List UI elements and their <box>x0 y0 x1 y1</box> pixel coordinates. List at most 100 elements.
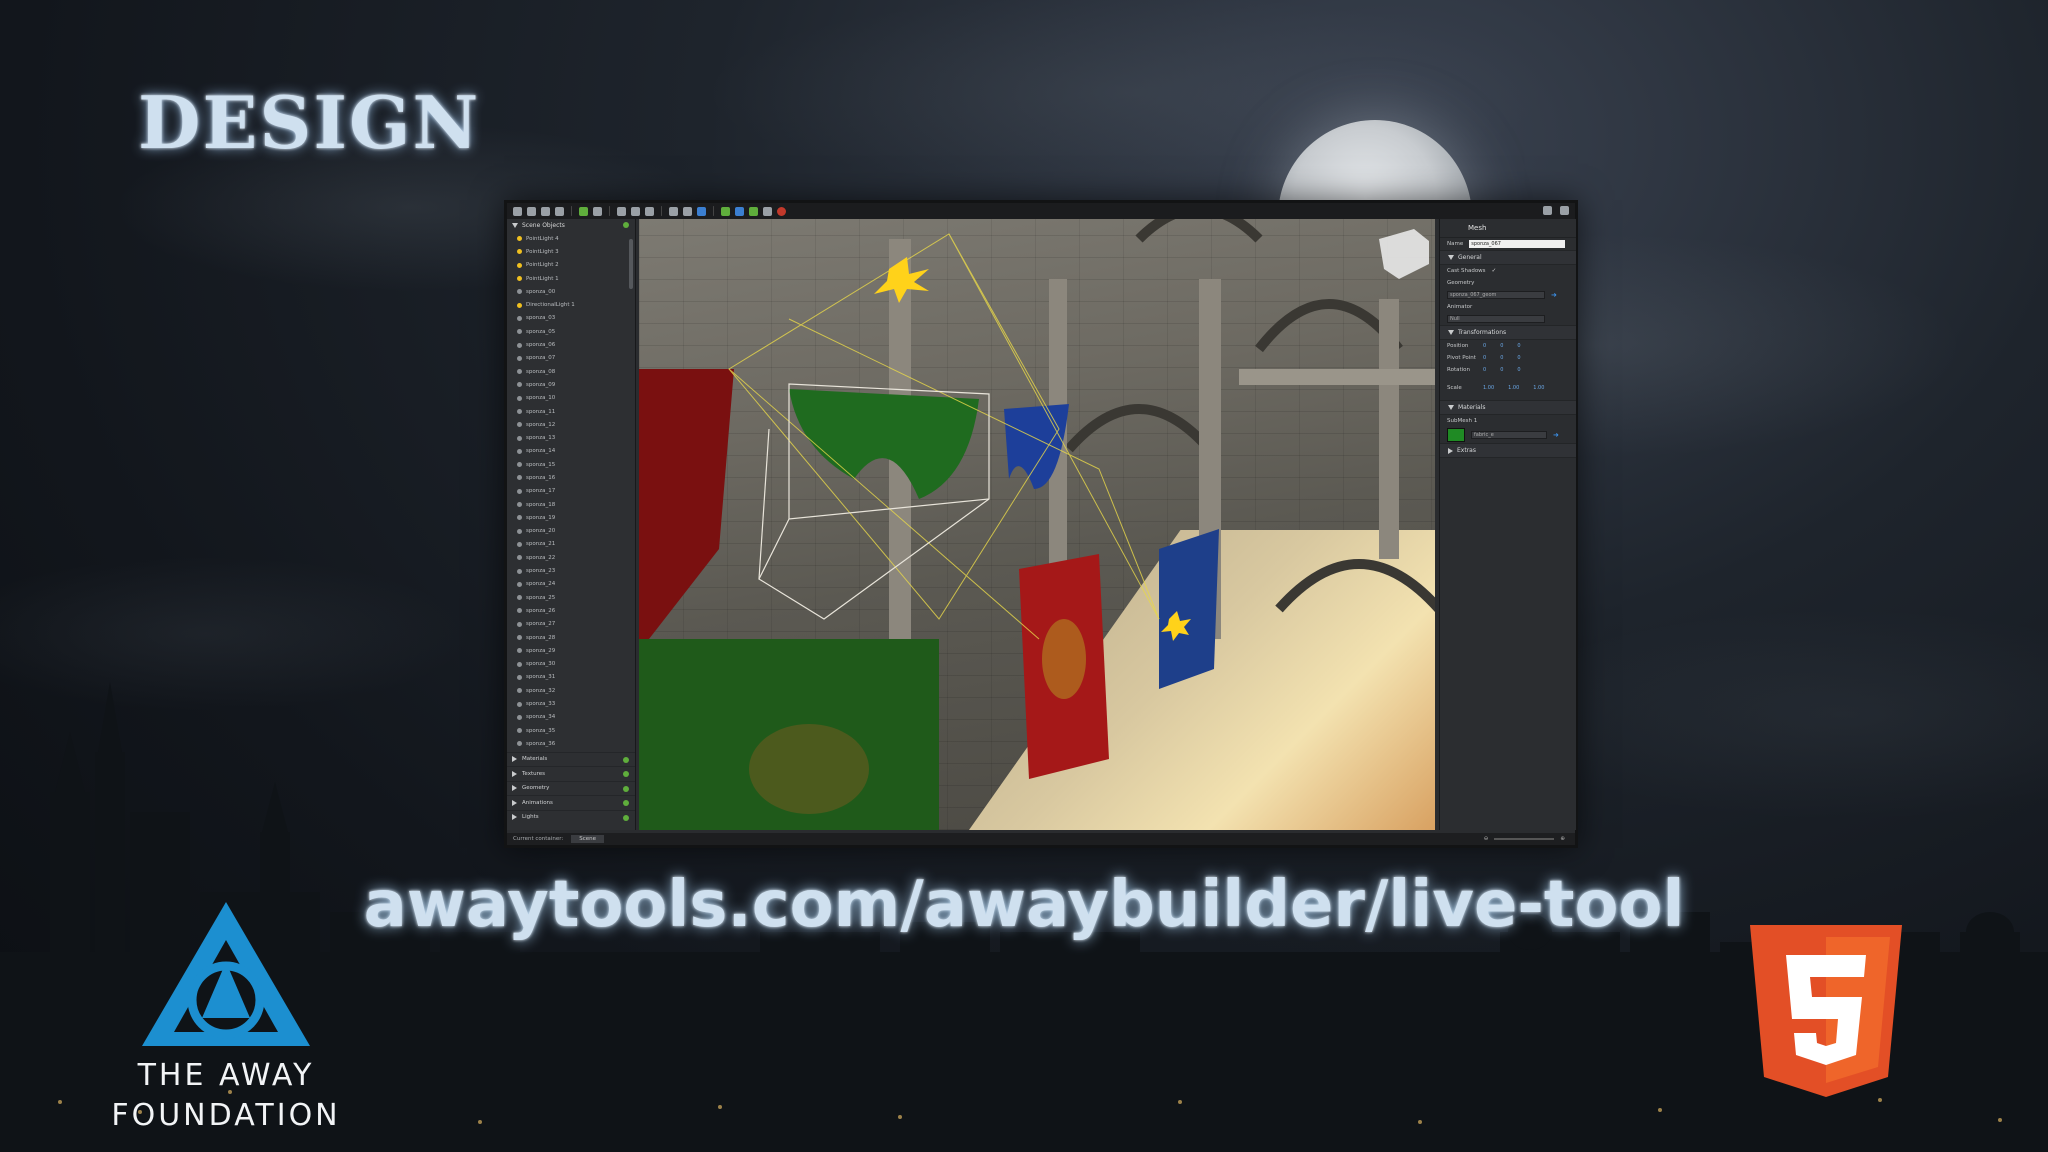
tree-item[interactable]: sponza_11 <box>517 405 635 418</box>
category-lights[interactable]: Lights <box>507 809 635 825</box>
category-textures[interactable]: Textures <box>507 766 635 781</box>
tree-item[interactable]: sponza_20 <box>517 525 635 538</box>
cut-icon[interactable] <box>617 206 626 216</box>
tree-item[interactable]: sponza_29 <box>517 644 635 657</box>
geometry-dropdown[interactable]: sponza_067_geom <box>1447 291 1545 299</box>
scale-y[interactable]: 1.00 <box>1508 385 1519 391</box>
scene-objects-header[interactable]: Scene Objects <box>507 219 635 232</box>
go-to-icon[interactable]: ➜ <box>1553 431 1559 439</box>
tree-item[interactable]: sponza_00 <box>517 285 635 298</box>
scale-icon[interactable] <box>735 206 744 216</box>
paste-icon[interactable] <box>645 206 654 216</box>
tree-item[interactable]: DirectionalLight 1 <box>517 298 635 311</box>
view-cube[interactable] <box>1379 229 1429 279</box>
zoom-in-icon[interactable]: ⊕ <box>1560 836 1565 842</box>
grid-icon[interactable] <box>763 206 772 216</box>
add-icon[interactable] <box>623 785 629 792</box>
tree-item[interactable]: sponza_35 <box>517 724 635 737</box>
tree-item[interactable]: sponza_09 <box>517 378 635 391</box>
scale-x[interactable]: 1.00 <box>1483 385 1494 391</box>
rotate-icon[interactable] <box>721 206 730 216</box>
general-section-header[interactable]: General <box>1440 250 1576 265</box>
move-icon[interactable] <box>697 206 706 216</box>
pivot-fields[interactable]: 0 0 0 <box>1483 355 1521 361</box>
open-icon[interactable] <box>527 206 536 216</box>
settings-icon[interactable] <box>1543 206 1552 215</box>
position-y[interactable]: 0 <box>1500 343 1503 349</box>
pivot-z[interactable]: 0 <box>1517 355 1520 361</box>
tree-item[interactable]: sponza_24 <box>517 578 635 591</box>
save-icon[interactable] <box>541 206 550 216</box>
tree-item[interactable]: PointLight 2 <box>517 259 635 272</box>
tree-item[interactable]: sponza_19 <box>517 511 635 524</box>
eye-icon[interactable] <box>669 206 678 216</box>
tree-item[interactable]: sponza_18 <box>517 498 635 511</box>
tree-item[interactable]: PointLight 1 <box>517 272 635 285</box>
zoom-slider[interactable] <box>1494 838 1555 840</box>
category-animations[interactable]: Animations <box>507 795 635 810</box>
tree-item[interactable]: sponza_17 <box>517 485 635 498</box>
add-icon[interactable] <box>623 771 629 777</box>
tree-item[interactable]: sponza_28 <box>517 631 635 644</box>
tree-item[interactable]: sponza_34 <box>517 711 635 724</box>
tree-item[interactable]: sponza_05 <box>517 325 635 338</box>
rotation-y[interactable]: 0 <box>1500 367 1503 373</box>
category-materials[interactable]: Materials <box>507 751 635 767</box>
name-field[interactable]: sponza_067 <box>1469 240 1566 248</box>
tree-item[interactable]: sponza_27 <box>517 618 635 631</box>
transformations-section-header[interactable]: Transformations <box>1440 325 1576 340</box>
current-container-tab[interactable]: Scene <box>571 835 605 843</box>
rotation-z[interactable]: 0 <box>1517 367 1520 373</box>
tree-item[interactable]: sponza_12 <box>517 418 635 431</box>
tree-item[interactable]: sponza_22 <box>517 551 635 564</box>
add-icon[interactable] <box>623 814 629 821</box>
tree-item[interactable]: sponza_32 <box>517 684 635 697</box>
go-to-icon[interactable]: ➜ <box>1551 291 1557 299</box>
tree-item[interactable]: sponza_13 <box>517 431 635 444</box>
tree-item[interactable]: sponza_33 <box>517 697 635 710</box>
pivot-y[interactable]: 0 <box>1500 355 1503 361</box>
pivot-x[interactable]: 0 <box>1483 355 1486 361</box>
material-dropdown[interactable]: fabric_e <box>1471 431 1547 439</box>
tree-item[interactable]: sponza_14 <box>517 445 635 458</box>
document-icon[interactable] <box>1560 206 1569 215</box>
rotation-fields[interactable]: 0 0 0 <box>1483 367 1521 373</box>
tree-item[interactable]: sponza_16 <box>517 471 635 484</box>
tree-item[interactable]: PointLight 3 <box>517 245 635 258</box>
tree-item[interactable]: sponza_21 <box>517 538 635 551</box>
add-icon[interactable] <box>623 756 629 763</box>
3d-viewport[interactable] <box>639 219 1435 830</box>
tree-item[interactable]: PointLight 4 <box>517 232 635 245</box>
tree-item[interactable]: sponza_06 <box>517 338 635 351</box>
tree-item[interactable]: sponza_36 <box>517 737 635 750</box>
tree-item[interactable]: sponza_15 <box>517 458 635 471</box>
tree-item[interactable]: sponza_30 <box>517 658 635 671</box>
scale-fields[interactable]: 1.00 1.00 1.00 <box>1483 385 1544 391</box>
tree-item[interactable]: sponza_03 <box>517 312 635 325</box>
add-icon[interactable] <box>623 222 629 228</box>
undo-icon[interactable] <box>579 206 588 216</box>
cast-shadows-checkbox[interactable]: ✓ <box>1492 268 1497 274</box>
tree-item[interactable]: sponza_10 <box>517 392 635 405</box>
tree-item[interactable]: sponza_25 <box>517 591 635 604</box>
save-as-icon[interactable] <box>555 206 564 216</box>
rotation-x[interactable]: 0 <box>1483 367 1486 373</box>
tree-item[interactable]: sponza_07 <box>517 352 635 365</box>
material-swatch[interactable] <box>1447 428 1465 442</box>
position-x[interactable]: 0 <box>1483 343 1486 349</box>
new-icon[interactable] <box>513 206 522 216</box>
position-z[interactable]: 0 <box>1517 343 1520 349</box>
extras-section-header[interactable]: Extras <box>1440 443 1576 458</box>
tree-item[interactable]: sponza_31 <box>517 671 635 684</box>
scale-z[interactable]: 1.00 <box>1533 385 1544 391</box>
select-icon[interactable] <box>683 206 692 216</box>
copy-icon[interactable] <box>631 206 640 216</box>
zoom-out-icon[interactable]: ⊖ <box>1484 836 1489 842</box>
redo-icon[interactable] <box>593 206 602 216</box>
tree-item[interactable]: sponza_08 <box>517 365 635 378</box>
snap-icon[interactable] <box>749 206 758 216</box>
materials-section-header[interactable]: Materials <box>1440 400 1576 415</box>
delete-icon[interactable] <box>777 206 786 216</box>
category-geometry[interactable]: Geometry <box>507 780 635 796</box>
tree-item[interactable]: sponza_26 <box>517 604 635 617</box>
